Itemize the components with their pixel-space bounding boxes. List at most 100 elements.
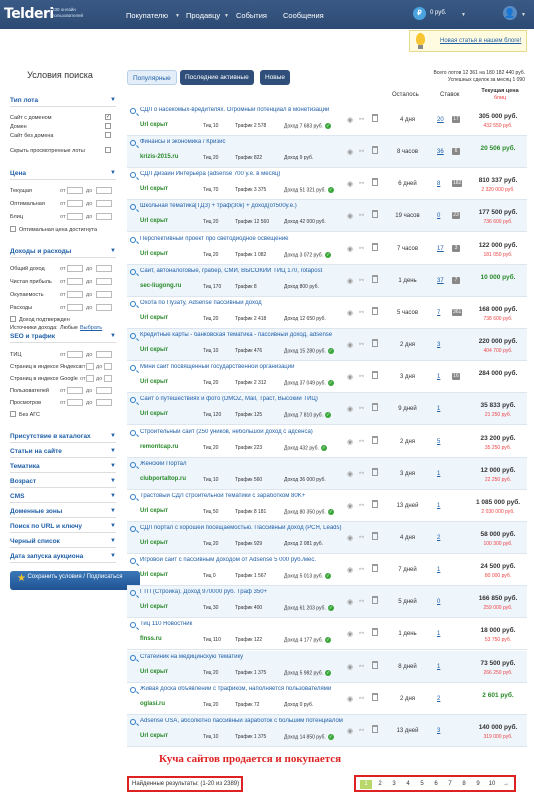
eye-icon[interactable]: ◉ <box>347 405 353 413</box>
table-row[interactable]: Статейник на медицинскую тематику Url скр… <box>127 650 527 683</box>
trash-icon[interactable] <box>372 435 378 444</box>
lot-url[interactable]: Url скрыт <box>140 572 168 578</box>
lot-title-link[interactable]: Школьная тематика[ТДЗ) + траф(30к) + дох… <box>140 203 360 209</box>
trash-icon[interactable] <box>372 114 378 122</box>
lot-type-checkbox[interactable] <box>105 123 111 129</box>
table-row[interactable]: Кредитные карты - банковская тематика - … <box>127 329 527 362</box>
price-optimal-from[interactable] <box>67 200 83 207</box>
search-icon[interactable] <box>130 204 136 211</box>
lot-bids-link[interactable]: 1 <box>437 567 440 573</box>
lot-url[interactable]: Url скрыт <box>140 186 168 192</box>
section-url-search[interactable]: Поиск по URL и ключу ▼ <box>10 523 116 530</box>
seo-views-to[interactable] <box>96 399 112 406</box>
lot-url[interactable]: Url скрыт <box>140 604 168 610</box>
search-icon[interactable] <box>130 686 136 693</box>
lot-url[interactable]: oglasi.ru <box>140 701 165 707</box>
lot-title-link[interactable]: Живая доска объявлений с трафиком, напол… <box>140 686 360 692</box>
lot-title-link[interactable]: Статейник на медицинскую тематику <box>140 654 360 660</box>
link-icon[interactable]: ⚯ <box>359 373 364 380</box>
seo-heading[interactable]: SEO и трафик ▼ <box>10 333 116 340</box>
table-row[interactable]: Трастовый СДЛ строительной тематики с за… <box>127 490 527 522</box>
section-auction-date[interactable]: Дата запуска аукциона ▼ <box>10 553 116 560</box>
page-link[interactable]: 6 <box>430 780 442 789</box>
link-icon[interactable]: ⚯ <box>359 341 364 348</box>
lot-url[interactable]: flnss.ru <box>140 636 162 642</box>
search-icon[interactable] <box>130 108 136 114</box>
link-icon[interactable]: ⚯ <box>359 695 364 702</box>
link-icon[interactable]: ⚯ <box>359 438 364 445</box>
lot-url[interactable]: Url скрыт <box>140 508 168 514</box>
trash-icon[interactable] <box>372 274 378 283</box>
lot-title-link[interactable]: Сайт, автоналоговые, грабер, СМИ, ВЫСОКИ… <box>140 268 360 274</box>
income-expenses-to[interactable] <box>96 304 112 311</box>
section-catalogs[interactable]: Присутствие в каталогах ▼ <box>10 433 116 440</box>
lot-url[interactable]: sec-liugong.ru <box>140 283 181 289</box>
income-total-from[interactable] <box>67 265 83 272</box>
link-icon[interactable]: ⚯ <box>359 277 364 284</box>
lot-url[interactable]: remontcap.ru <box>140 444 178 450</box>
column-time-left[interactable]: Осталось <box>392 92 419 98</box>
chevron-down-icon[interactable]: ▼ <box>461 12 466 18</box>
seo-google-from[interactable] <box>86 375 94 382</box>
price-blitz-to[interactable] <box>96 213 112 220</box>
link-icon[interactable]: ⚯ <box>359 566 364 573</box>
section-domain-zones[interactable]: Доменные зоны ▼ <box>10 508 116 515</box>
price-heading[interactable]: Цена ▼ <box>10 170 116 177</box>
income-profit-from[interactable] <box>67 278 83 285</box>
income-total-to[interactable] <box>96 265 112 272</box>
income-payback-to[interactable] <box>96 291 112 298</box>
trash-icon[interactable] <box>372 692 378 701</box>
link-icon[interactable]: ⚯ <box>359 309 364 316</box>
lot-bids-link[interactable]: 5 <box>437 439 440 445</box>
section-blacklist[interactable]: Черный список ▼ <box>10 538 116 545</box>
lot-url[interactable]: Url скрыт <box>140 733 168 739</box>
search-icon[interactable] <box>130 493 136 500</box>
no-ags-checkbox[interactable] <box>10 411 16 417</box>
page-link[interactable]: 7 <box>444 780 456 789</box>
income-confirmed-checkbox[interactable] <box>10 316 16 322</box>
nav-seller[interactable]: Продавцу <box>186 11 220 20</box>
link-icon[interactable]: ⚯ <box>359 245 364 252</box>
nav-events[interactable]: События <box>236 11 267 20</box>
price-optimal-to[interactable] <box>96 200 112 207</box>
lot-bids-link[interactable]: 8 <box>437 181 440 187</box>
eye-icon[interactable]: ◉ <box>347 727 353 735</box>
nav-buyer[interactable]: Покупателю <box>126 11 168 20</box>
seo-tic-to[interactable] <box>96 351 112 358</box>
seo-yandex-from[interactable] <box>86 363 94 370</box>
search-icon[interactable] <box>130 429 136 436</box>
tab-new[interactable]: Новые <box>260 70 291 85</box>
seo-users-from[interactable] <box>67 387 83 394</box>
search-icon[interactable] <box>130 622 136 629</box>
blog-promo-link[interactable]: Новая статья в нашем блоге! <box>440 38 521 44</box>
eye-icon[interactable]: ◉ <box>347 438 353 446</box>
table-row[interactable]: Школьная тематика[ТДЗ) + траф(30к) + дох… <box>127 200 527 233</box>
trash-icon[interactable] <box>372 371 378 380</box>
trash-icon[interactable] <box>372 467 378 476</box>
trash-icon[interactable] <box>372 531 378 540</box>
user-icon[interactable]: 👤 <box>503 6 517 20</box>
link-icon[interactable]: ⚯ <box>359 180 364 187</box>
seo-views-from[interactable] <box>67 399 83 406</box>
eye-icon[interactable]: ◉ <box>347 663 353 671</box>
link-icon[interactable]: ⚯ <box>359 502 364 509</box>
page-link[interactable]: 9 <box>472 780 484 789</box>
lot-bids-link[interactable]: 1 <box>437 374 440 380</box>
lot-title-link[interactable]: Сайт о путешествиях и фото (DMOZ, Mail, … <box>140 396 360 402</box>
search-icon[interactable] <box>130 333 136 340</box>
eye-icon[interactable]: ◉ <box>347 630 353 638</box>
page-link[interactable]: 2 <box>374 780 386 789</box>
lot-type-checkbox[interactable]: ✓ <box>105 114 111 120</box>
eye-icon[interactable]: ◉ <box>347 470 353 478</box>
link-icon[interactable]: ⚯ <box>359 663 364 670</box>
lot-bids-link[interactable]: 7 <box>437 310 440 316</box>
lot-title-link[interactable]: Мини сайт посвященный государственной ор… <box>140 364 360 370</box>
table-row[interactable]: СДЛ Дизайн Интерьера (adsense 700 у.е. в… <box>127 168 527 201</box>
trash-icon[interactable] <box>372 660 378 669</box>
lot-url[interactable]: clubportaltop.ru <box>140 476 186 482</box>
section-age[interactable]: Возраст ▼ <box>10 478 116 485</box>
eye-icon[interactable]: ◉ <box>347 534 353 542</box>
lot-title-link[interactable]: Финансы и экономика / Кризис <box>140 139 360 145</box>
lot-url[interactable]: Url скрыт <box>140 669 168 675</box>
lot-bids-link[interactable]: 20 <box>437 117 444 123</box>
